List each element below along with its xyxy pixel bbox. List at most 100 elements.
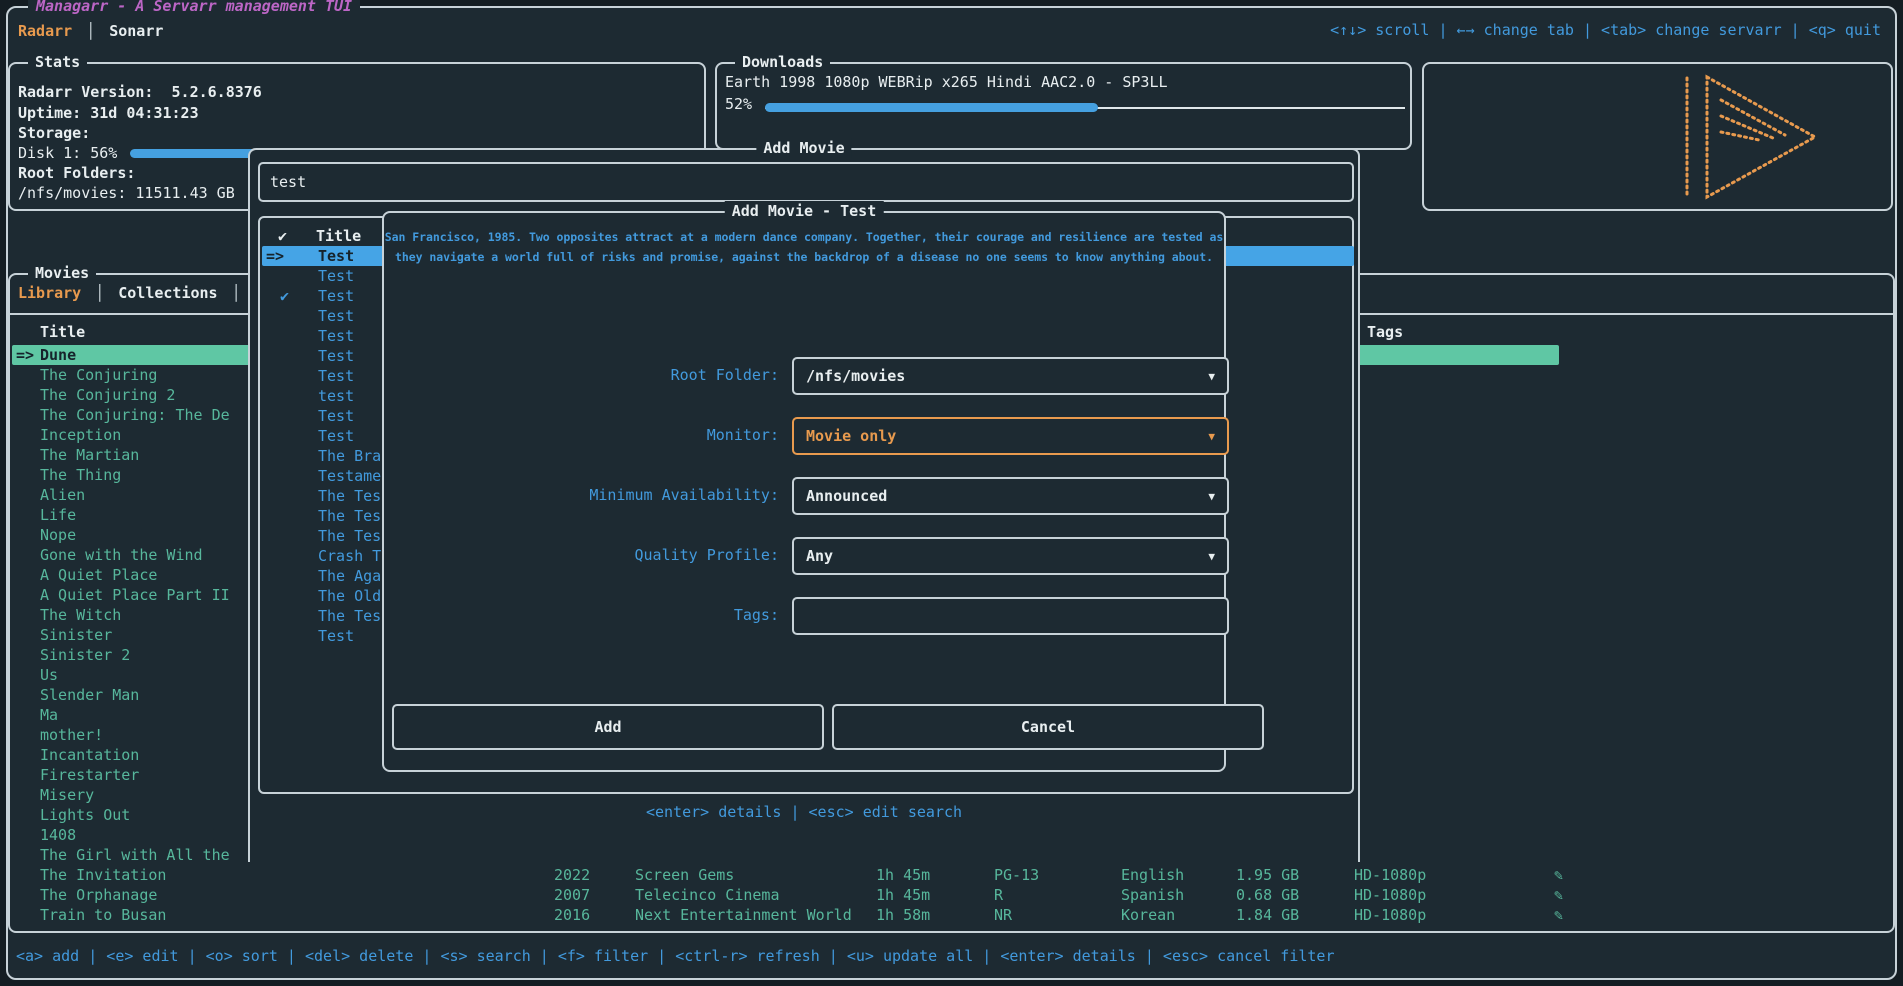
selection-prefix: => — [266, 246, 284, 266]
stats-version: Radarr Version: 5.2.6.8376 — [18, 82, 262, 102]
chevron-down-icon: ▼ — [1208, 367, 1215, 387]
result-title: The Test — [318, 526, 390, 546]
app-title: Managarr - A Servarr management TUI — [28, 0, 360, 16]
movie-row[interactable]: The Orphanage2007Telecinco Cinema1h 45mR… — [12, 885, 1891, 905]
movie-size: 1.95 GB — [1236, 865, 1299, 885]
result-title: Test — [318, 366, 354, 386]
field-value: Announced — [806, 486, 887, 506]
movie-title: The Thing — [40, 465, 121, 485]
movie-runtime: 1h 45m — [876, 865, 930, 885]
field-label: Tags: — [384, 605, 779, 625]
result-title: The Old — [318, 586, 381, 606]
result-title: Test — [318, 306, 354, 326]
tab-sonarr[interactable]: Sonarr — [109, 21, 163, 41]
movie-size: 1.84 GB — [1236, 905, 1299, 925]
result-title: test — [318, 386, 354, 406]
movie-quality: HD-1080p — [1354, 905, 1426, 925]
dropdown-minimum-availability[interactable]: Announced ▼ — [792, 477, 1229, 515]
stats-root-folders-label: Root Folders: — [18, 163, 135, 183]
tab-library[interactable]: Library — [18, 283, 81, 303]
field-label: Minimum Availability: — [384, 485, 779, 505]
movie-overview: San Francisco, 1985. Two opposites attra… — [384, 227, 1224, 267]
dropdown-root-folder[interactable]: /nfs/movies ▼ — [792, 357, 1229, 395]
add-button[interactable]: Add — [392, 704, 824, 750]
movie-title: mother! — [40, 725, 103, 745]
movie-row[interactable]: Train to Busan2016Next Entertainment Wor… — [12, 905, 1891, 925]
movie-title: The Invitation — [40, 865, 166, 885]
movie-runtime: 1h 58m — [876, 905, 930, 925]
result-title: Test — [318, 426, 354, 446]
movie-title: A Quiet Place — [40, 565, 157, 585]
movie-studio: Next Entertainment World — [635, 905, 852, 925]
field-value: Any — [806, 546, 833, 566]
movie-title: The Orphanage — [40, 885, 157, 905]
chevron-down-icon: ▼ — [1208, 427, 1215, 447]
movie-title: Ma — [40, 705, 58, 725]
stats-disk: Disk 1: 56% — [18, 143, 117, 163]
dropdown-monitor[interactable]: Movie only▼ — [792, 417, 1229, 455]
movie-title: Us — [40, 665, 58, 685]
cancel-button[interactable]: Cancel — [832, 704, 1264, 750]
movie-studio: Screen Gems — [635, 865, 734, 885]
movie-title: Lights Out — [40, 805, 130, 825]
movie-quality: HD-1080p — [1354, 865, 1426, 885]
top-keybindings: <↑↓> scroll | ←→ change tab | <tab> chan… — [1330, 20, 1881, 40]
movie-language: English — [1121, 865, 1184, 885]
movie-search-input[interactable] — [258, 162, 1354, 202]
downloads-panel-title: Downloads — [735, 52, 830, 72]
managarr-tui-screen: Managarr - A Servarr management TUI Rada… — [0, 0, 1903, 986]
movie-title: Nope — [40, 525, 76, 545]
chevron-down-icon: ▼ — [1208, 487, 1215, 507]
chevron-down-icon: ▼ — [1208, 547, 1215, 567]
results-keybindings: <enter> details | <esc> edit search — [250, 802, 1358, 822]
movie-title: Incantation — [40, 745, 139, 765]
add-movie-modal-title: Add Movie — [756, 138, 851, 158]
movie-title: 1408 — [40, 825, 76, 845]
result-title: Test — [318, 246, 354, 266]
field-label: Monitor: — [384, 425, 779, 445]
results-header-title: Title — [316, 226, 361, 246]
movie-rating: PG-13 — [994, 865, 1039, 885]
logo-panel — [1422, 62, 1893, 211]
field-label: Root Folder: — [384, 365, 779, 385]
downloads-panel: Downloads Earth 1998 1080p WEBRip x265 H… — [715, 62, 1412, 150]
field-value: /nfs/movies — [806, 366, 905, 386]
movie-title: The Conjuring 2 — [40, 385, 175, 405]
movie-title: The Conjuring: The De — [40, 405, 230, 425]
column-header-tags: Tags — [1367, 322, 1403, 342]
result-title: Test — [318, 626, 354, 646]
stats-uptime: Uptime: 31d 04:31:23 — [18, 103, 199, 123]
movie-rating: NR — [994, 905, 1012, 925]
tags-input[interactable] — [794, 599, 1227, 633]
tab-divider: │ — [232, 283, 241, 303]
movies-panel-title: Movies — [28, 263, 96, 283]
field-label: Quality Profile: — [384, 545, 779, 565]
servarr-tabs: Radarr │ Sonarr — [18, 18, 163, 44]
tags-input-field[interactable] — [792, 597, 1229, 635]
tab-collections[interactable]: Collections — [118, 283, 217, 303]
movie-title: The Conjuring — [40, 365, 157, 385]
stats-panel-title: Stats — [28, 52, 87, 72]
download-item-name: Earth 1998 1080p WEBRip x265 Hindi AAC2.… — [725, 72, 1168, 92]
result-title: Testamen — [318, 466, 390, 486]
movie-title: Life — [40, 505, 76, 525]
movie-row[interactable]: The Invitation2022Screen Gems1h 45mPG-13… — [12, 865, 1891, 885]
result-title: Test — [318, 326, 354, 346]
movie-title: Dune — [40, 345, 76, 365]
result-title: Test — [318, 406, 354, 426]
movie-title: A Quiet Place Part II — [40, 585, 230, 605]
dropdown-quality-profile[interactable]: Any ▼ — [792, 537, 1229, 575]
movies-tabs: Library │ Collections │ — [18, 283, 241, 303]
result-title: The Test — [318, 606, 390, 626]
result-title: Crash Te — [318, 546, 390, 566]
selection-prefix: => — [16, 345, 34, 365]
tab-divider: │ — [86, 21, 95, 41]
movie-title: Inception — [40, 425, 121, 445]
movie-title: The Girl with All the — [40, 845, 230, 865]
movie-year: 2016 — [554, 905, 590, 925]
movie-title: The Witch — [40, 605, 121, 625]
tab-radarr[interactable]: Radarr — [18, 21, 72, 41]
movie-language: Korean — [1121, 905, 1175, 925]
download-percent: 52% — [725, 94, 752, 114]
managarr-logo-icon — [1677, 72, 1827, 202]
